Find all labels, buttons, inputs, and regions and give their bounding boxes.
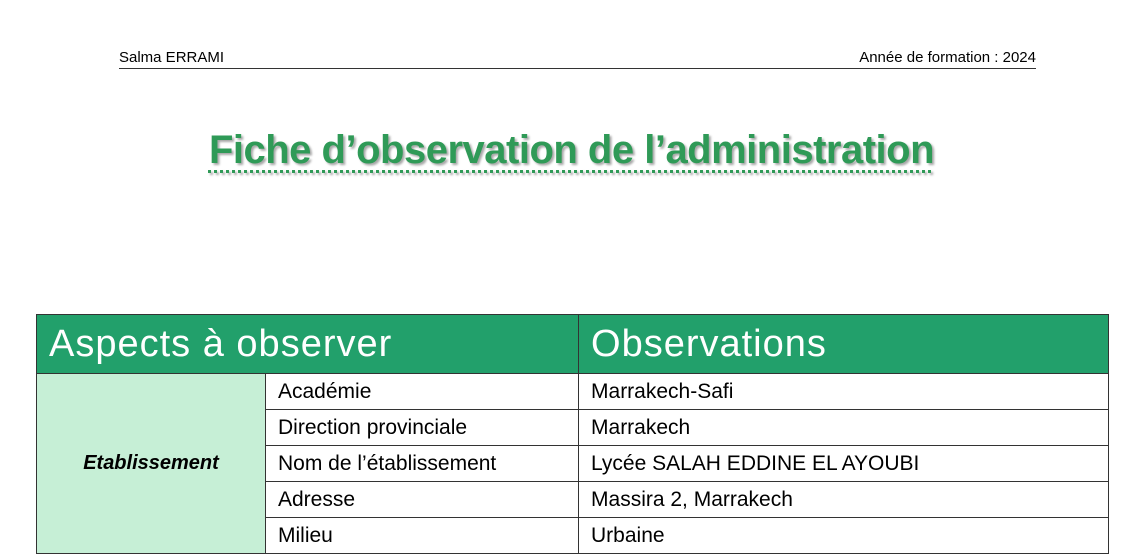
page-header: Salma ERRAMI Année de formation : 2024 bbox=[119, 48, 1036, 69]
observation-table: Aspects à observer Observations Etabliss… bbox=[35, 314, 1110, 554]
column-header-aspects: Aspects à observer bbox=[35, 314, 580, 374]
training-year: Année de formation : 2024 bbox=[859, 49, 1036, 66]
column-header-observations: Observations bbox=[578, 314, 1110, 374]
author-name: Salma ERRAMI bbox=[119, 49, 225, 66]
aspect-cell: Milieu bbox=[264, 517, 580, 554]
observation-cell: Lycée SALAH EDDINE EL AYOUBI bbox=[578, 445, 1110, 482]
aspect-cell: Direction provinciale bbox=[264, 409, 580, 446]
table-row: Etablissement Académie Marrakech-Safi bbox=[36, 373, 1110, 554]
observation-cell: Marrakech-Safi bbox=[578, 373, 1110, 410]
observation-cell: Marrakech bbox=[578, 409, 1110, 446]
observation-cell: Massira 2, Marrakech bbox=[578, 481, 1110, 518]
aspect-cell: Adresse bbox=[264, 481, 580, 518]
aspect-cell: Académie bbox=[264, 373, 580, 410]
observation-cell: Urbaine bbox=[578, 517, 1110, 554]
aspect-cell: Nom de l’établissement bbox=[264, 445, 580, 482]
category-cell: Etablissement bbox=[36, 373, 266, 554]
document-title: Fiche d’observation de l’administration bbox=[208, 128, 935, 172]
table-header-row: Aspects à observer Observations bbox=[35, 314, 1110, 374]
